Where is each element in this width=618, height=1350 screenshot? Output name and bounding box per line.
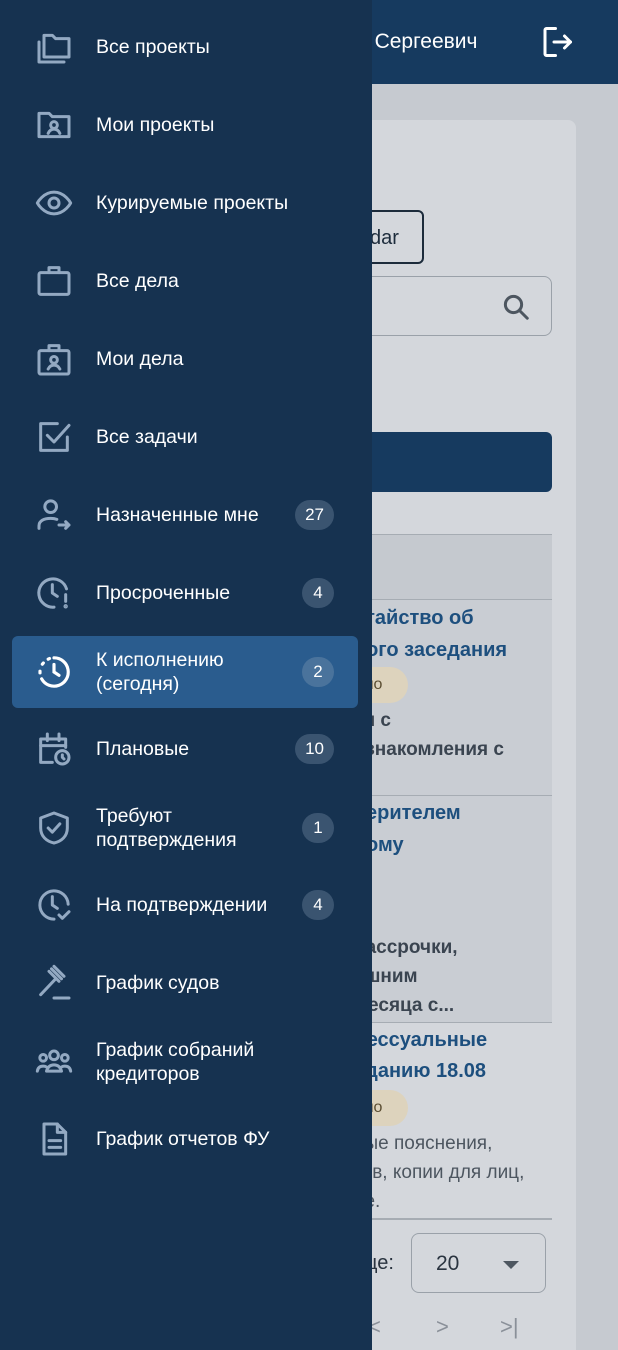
nav-item-6[interactable]: Назначенные мне 27 xyxy=(12,479,358,551)
eye-icon xyxy=(34,183,74,223)
row-title-line: дессуальные xyxy=(354,1029,488,1051)
calendar-clock-icon xyxy=(34,729,74,769)
nav-item-5[interactable]: Все задачи xyxy=(12,401,358,473)
nav-count-badge: 10 xyxy=(295,734,334,764)
nav-item-label: Все дела xyxy=(96,270,179,292)
nav-item-label: Назначенные мне xyxy=(96,504,259,526)
nav-item-label: Просроченные xyxy=(96,582,231,604)
nav-item-label: На подтверждении xyxy=(96,894,268,916)
nav-item-3[interactable]: Все дела xyxy=(12,245,358,317)
nav-item-8[interactable]: К исполнению (сегодня) 2 xyxy=(12,636,358,708)
nav-item-label: Все задачи xyxy=(96,426,198,448)
row-desc-line: ств, копии для лиц, xyxy=(354,1162,525,1183)
folders-icon xyxy=(34,27,74,67)
nav-item-11[interactable]: На подтверждении 4 xyxy=(12,869,358,941)
clock-check-icon xyxy=(34,885,74,925)
nav-item-label: Все проекты xyxy=(96,36,210,58)
document-icon xyxy=(34,1119,74,1159)
shield-check-icon xyxy=(34,808,74,848)
rows-per-page-select[interactable]: 20 xyxy=(411,1233,546,1293)
briefcase-icon xyxy=(34,261,74,301)
navigation-drawer: Все проекты Мои проекты Курируемые проекты… xyxy=(0,0,372,1350)
clock-alert-icon xyxy=(34,573,74,613)
nav-item-7[interactable]: Просроченные 4 xyxy=(12,557,358,629)
nav-item-label: Курируемые проекты xyxy=(96,192,289,214)
clock-dashed-icon xyxy=(34,652,74,692)
nav-item-1[interactable]: Мои проекты xyxy=(12,89,358,161)
nav-count-badge: 27 xyxy=(295,500,334,530)
rows-per-page-value: 20 xyxy=(436,1252,460,1275)
nav-item-label: К исполнению (сегодня) xyxy=(96,649,224,695)
nav-count-badge: 2 xyxy=(302,657,334,687)
user-name[interactable]: й Сергеевич xyxy=(357,30,477,54)
row-title-line: ного заседания xyxy=(354,639,508,661)
user-assign-icon xyxy=(34,495,74,535)
nav-count-badge: 4 xyxy=(302,890,334,920)
row-desc-line: ознакомления с xyxy=(354,739,504,760)
nav-item-label: Мои проекты xyxy=(96,114,215,136)
nav-item-label: График судов xyxy=(96,972,220,994)
nav-item-10[interactable]: Требуют подтверждения 1 xyxy=(12,792,358,864)
row-title-line: еданию 18.08 xyxy=(354,1060,487,1082)
nav-count-badge: 4 xyxy=(302,578,334,608)
nav-item-12[interactable]: График судов xyxy=(12,947,358,1019)
nav-item-9[interactable]: Плановые 10 xyxy=(12,713,358,785)
group-icon xyxy=(34,1042,74,1082)
nav-item-2[interactable]: Курируемые проекты xyxy=(12,167,358,239)
nav-item-label: Плановые xyxy=(96,738,190,760)
nav-item-label: Мои дела xyxy=(96,348,184,370)
nav-item-label: Требуют подтверждения xyxy=(96,805,237,851)
logout-icon[interactable] xyxy=(539,24,575,60)
folder-user-icon xyxy=(34,105,74,145)
last-page-button[interactable]: >| xyxy=(500,1314,519,1340)
nav-item-13[interactable]: График собраний кредиторов xyxy=(12,1026,358,1098)
calendar-button-label: dar xyxy=(370,227,399,249)
row-desc-line: ные пояснения, xyxy=(354,1133,493,1154)
chevron-down-icon xyxy=(503,1261,519,1269)
badge-id-icon xyxy=(34,339,74,379)
nav-item-label: График собраний кредиторов xyxy=(96,1039,255,1085)
checkbox-icon xyxy=(34,417,74,457)
next-page-button[interactable]: > xyxy=(436,1314,449,1340)
nav-item-4[interactable]: Мои дела xyxy=(12,323,358,395)
search-icon[interactable] xyxy=(501,292,531,322)
gavel-icon xyxy=(34,963,74,1003)
nav-item-label: График отчетов ФУ xyxy=(96,1128,270,1150)
nav-item-0[interactable]: Все проекты xyxy=(12,11,358,83)
nav-count-badge: 1 xyxy=(302,813,334,843)
nav-item-14[interactable]: График отчетов ФУ xyxy=(12,1103,358,1175)
